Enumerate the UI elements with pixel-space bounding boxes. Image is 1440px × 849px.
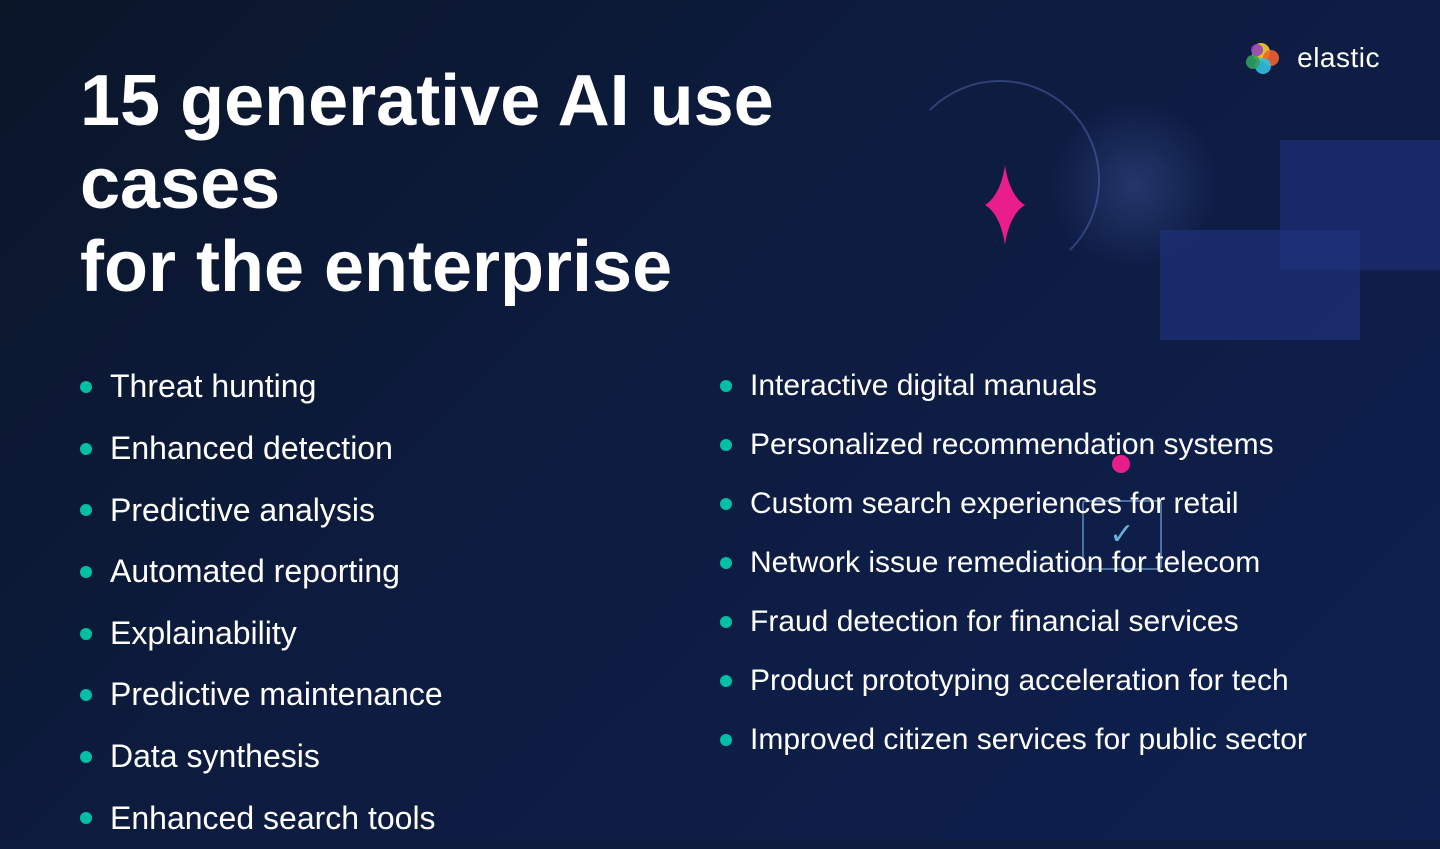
- bullet-icon: [80, 566, 92, 578]
- use-cases-list: Threat hunting Enhanced detection Predic…: [80, 356, 1360, 849]
- list-item: Personalized recommendation systems: [720, 415, 1360, 474]
- bullet-icon: [80, 381, 92, 393]
- page-title: 15 generative AI use cases for the enter…: [80, 60, 780, 308]
- bullet-icon: [720, 616, 732, 628]
- list-item: Improved citizen services for public sec…: [720, 710, 1360, 769]
- bullet-icon: [720, 498, 732, 510]
- list-item: Automated reporting: [80, 541, 720, 603]
- list-item-text: Explainability: [110, 613, 297, 655]
- list-item-text: Personalized recommendation systems: [750, 425, 1274, 464]
- left-column: Threat hunting Enhanced detection Predic…: [80, 356, 720, 849]
- list-item-text: Predictive maintenance: [110, 674, 443, 716]
- list-item-text: Product prototyping acceleration for tec…: [750, 661, 1289, 700]
- bullet-icon: [80, 443, 92, 455]
- list-item-text: Data synthesis: [110, 736, 320, 778]
- bullet-icon: [720, 675, 732, 687]
- list-item-text: Enhanced search tools: [110, 798, 436, 840]
- right-column: Interactive digital manuals Personalized…: [720, 356, 1360, 849]
- bullet-icon: [80, 689, 92, 701]
- list-item-text: Fraud detection for financial services: [750, 602, 1239, 641]
- main-content: 15 generative AI use cases for the enter…: [80, 60, 1360, 849]
- list-item: Interactive digital manuals: [720, 356, 1360, 415]
- list-item-text: Interactive digital manuals: [750, 366, 1097, 405]
- list-item: Fraud detection for financial services: [720, 592, 1360, 651]
- bullet-icon: [720, 557, 732, 569]
- bullet-icon: [720, 380, 732, 392]
- list-item: Custom search experiences for retail: [720, 474, 1360, 533]
- bullet-icon: [80, 751, 92, 763]
- list-item: Network issue remediation for telecom: [720, 533, 1360, 592]
- list-item-text: Improved citizen services for public sec…: [750, 720, 1307, 759]
- list-item: Explainability: [80, 603, 720, 665]
- list-item-text: Enhanced detection: [110, 428, 393, 470]
- list-item-text: Threat hunting: [110, 366, 316, 408]
- list-item: Product prototyping acceleration for tec…: [720, 651, 1360, 710]
- bullet-icon: [80, 628, 92, 640]
- bullet-icon: [720, 734, 732, 746]
- bullet-icon: [80, 504, 92, 516]
- bullet-icon: [720, 439, 732, 451]
- list-item: Predictive maintenance: [80, 664, 720, 726]
- list-item: Data synthesis: [80, 726, 720, 788]
- list-item-text: Predictive analysis: [110, 490, 375, 532]
- list-item: Predictive analysis: [80, 480, 720, 542]
- list-item-text: Network issue remediation for telecom: [750, 543, 1260, 582]
- list-item: Enhanced detection: [80, 418, 720, 480]
- list-item: Threat hunting: [80, 356, 720, 418]
- list-item-text: Custom search experiences for retail: [750, 484, 1239, 523]
- list-item-text: Automated reporting: [110, 551, 400, 593]
- bullet-icon: [80, 812, 92, 824]
